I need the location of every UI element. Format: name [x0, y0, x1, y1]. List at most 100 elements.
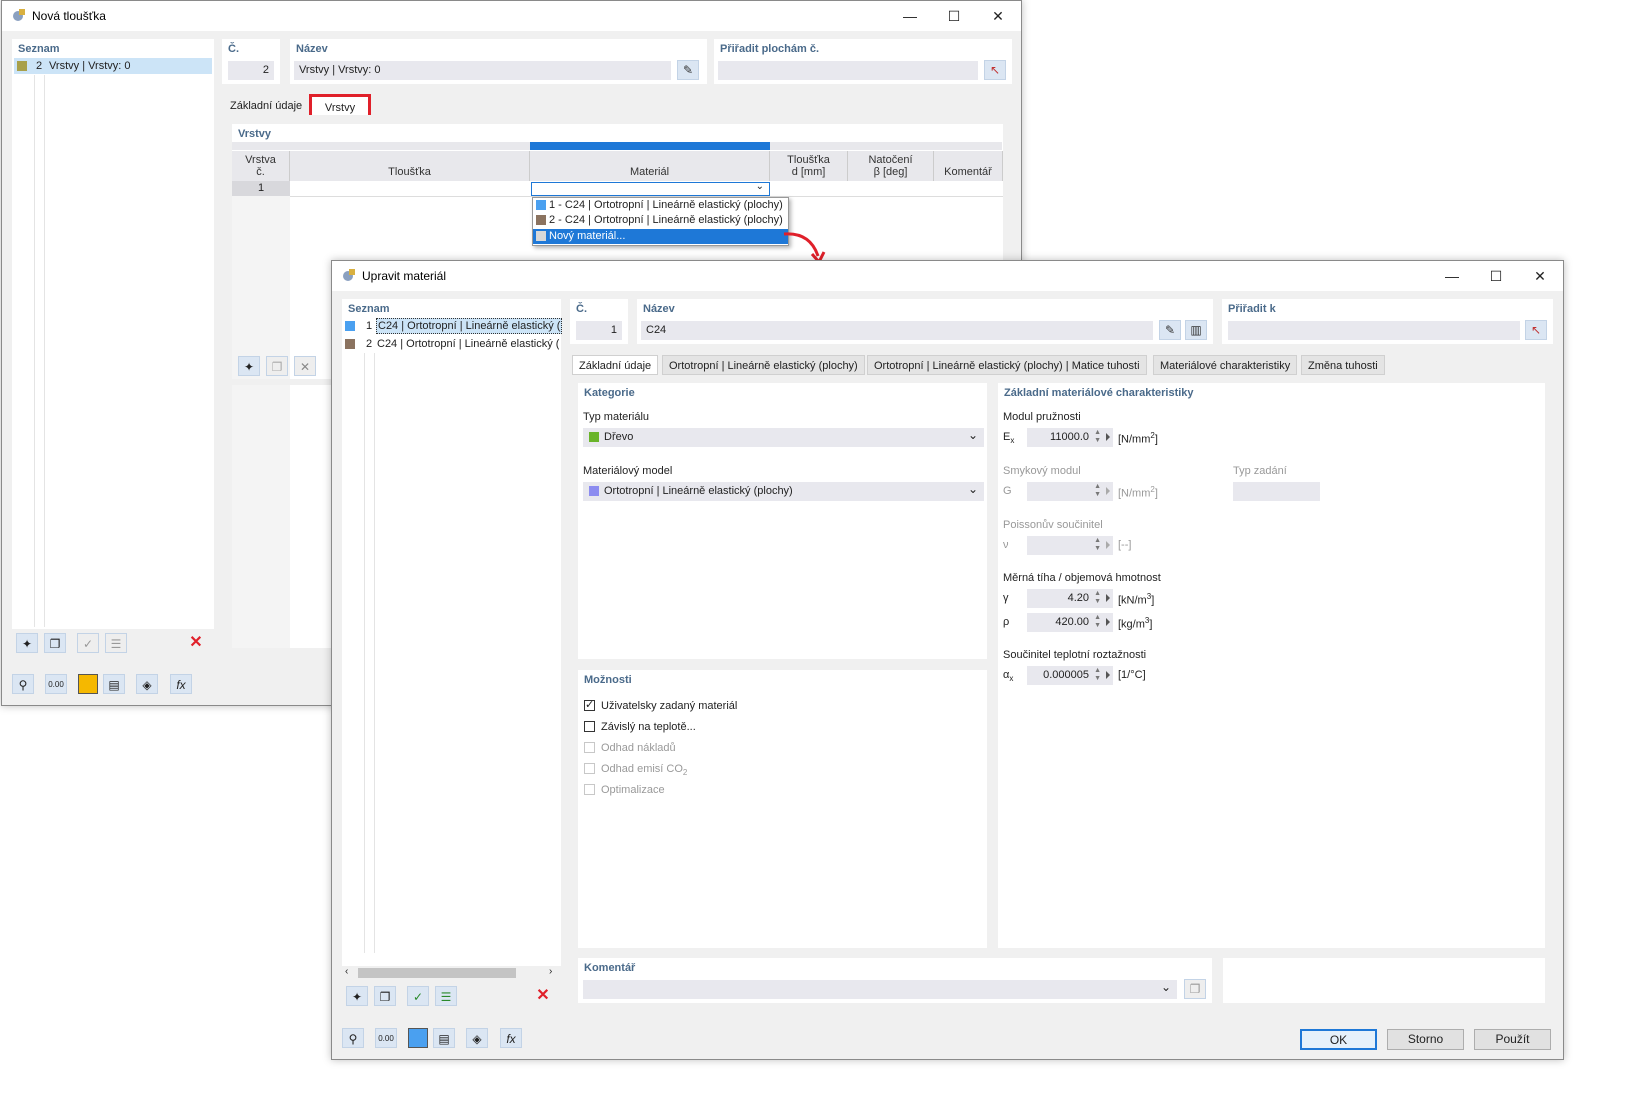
decimal-icon[interactable]: 0.00 [45, 674, 67, 694]
edit-name-icon[interactable]: ✎ [677, 60, 699, 80]
delete-row-icon[interactable]: ✕ [294, 356, 316, 376]
comment-copy-icon[interactable]: ❐ [1184, 979, 1206, 999]
material-cell-dropdown[interactable]: ⌄ [531, 181, 770, 196]
edit-name-icon[interactable]: ✎ [1159, 320, 1181, 340]
tab-content: Kategorie Typ materiálu Dřevo ⌄ Materiál… [570, 375, 1553, 1011]
list-item[interactable]: 1 C24 | Ortotropní | Lineárně elastický … [342, 318, 562, 334]
color-swatch [345, 339, 355, 349]
scroll-right-icon[interactable]: › [549, 966, 552, 977]
check-all-icon[interactable]: ✓ [77, 633, 99, 653]
number-panel: Č. 1 [570, 299, 628, 344]
name-field[interactable]: C24 [641, 321, 1153, 340]
alpha-input[interactable]: 0.000005 ▲ ▼ [1027, 666, 1113, 685]
col-layer-no: Vrstva č. [232, 151, 290, 181]
minimize-button[interactable]: — [888, 5, 932, 27]
pick-object-icon[interactable]: ↖ [1525, 320, 1547, 340]
name-header: Název [643, 303, 675, 315]
color-swatch [536, 231, 546, 241]
minimize-button[interactable]: — [1430, 265, 1474, 287]
tab-stiffness-matrix[interactable]: Ortotropní | Lineárně elastický (plochy)… [867, 355, 1147, 375]
help-icon[interactable]: ⚲ [342, 1028, 364, 1048]
delete-icon[interactable]: ✕ [532, 986, 554, 1006]
list-toolbar: ✦ ❐ ✓ ☰ ✕ [342, 983, 561, 1009]
scroll-thumb[interactable] [358, 968, 516, 978]
gamma-input[interactable]: 4.20 ▲ ▼ [1027, 589, 1113, 608]
library-icon[interactable]: ▥ [1185, 320, 1207, 340]
assign-field[interactable] [718, 61, 978, 80]
temperature-dependent-label: Závislý na teplotě... [601, 721, 696, 733]
pick-surface-icon[interactable]: ↖ [984, 60, 1006, 80]
name-field[interactable]: Vrstvy | Vrstvy: 0 [294, 61, 671, 80]
list-item[interactable]: 2 C24 | Ortotropní | Lineárně elastický … [342, 336, 561, 352]
g-input[interactable]: ▲ ▼ [1027, 482, 1113, 501]
function-icon[interactable]: fx [500, 1028, 522, 1048]
tab-orthotropic[interactable]: Ortotropní | Lineárně elastický (plochy) [662, 355, 865, 375]
window-title: Nová tloušťka [32, 9, 106, 23]
alpha-unit: [1/°C] [1118, 669, 1146, 681]
g-symbol: G [1003, 485, 1012, 497]
view-icon[interactable]: ◈ [466, 1028, 488, 1048]
row-number-cell: 1 [232, 181, 290, 196]
nu-input[interactable]: ▲ ▼ [1027, 536, 1113, 555]
dropdown-item-new-material[interactable]: Nový materiál... [533, 229, 788, 244]
number-field[interactable]: 1 [576, 321, 622, 340]
rho-input[interactable]: 420.00 ▲ ▼ [1027, 613, 1113, 632]
tab-stiffness-change[interactable]: Změna tuhosti [1301, 355, 1385, 375]
list-item[interactable]: 2 Vrstvy | Vrstvy: 0 [14, 58, 212, 74]
tab-basic[interactable]: Základní údaje [224, 96, 309, 116]
number-field[interactable]: 2 [228, 61, 274, 80]
user-defined-checkbox[interactable] [584, 698, 595, 711]
nu-symbol: ν [1003, 539, 1009, 551]
assign-field[interactable] [1228, 321, 1520, 340]
co2-estimate-label: Odhad emisí CO2 [601, 763, 688, 778]
co2-estimate-checkbox[interactable] [584, 763, 595, 774]
delete-icon[interactable]: ✕ [185, 633, 207, 653]
dropdown-item[interactable]: 1 - C24 | Ortotropní | Lineárně elastick… [533, 198, 788, 213]
material-model-select[interactable]: Ortotropní | Lineárně elastický (plochy)… [583, 482, 984, 501]
color-icon[interactable] [78, 674, 98, 694]
category-panel: Kategorie Typ materiálu Dřevo ⌄ Materiál… [578, 383, 987, 659]
list-item-label: Vrstvy | Vrstvy: 0 [49, 60, 131, 72]
optimization-checkbox[interactable] [584, 784, 595, 795]
temperature-dependent-checkbox[interactable] [584, 721, 595, 732]
uncheck-icon[interactable]: ☰ [435, 986, 457, 1006]
cancel-button[interactable]: Storno [1387, 1029, 1464, 1050]
insert-row-icon[interactable]: ✦ [238, 356, 260, 376]
copy-row-icon[interactable]: ❐ [266, 356, 288, 376]
scroll-left-icon[interactable]: ‹ [345, 966, 348, 977]
dropdown-item[interactable]: 2 - C24 | Ortotropní | Lineárně elastick… [533, 213, 788, 228]
ok-button[interactable]: OK [1300, 1029, 1377, 1050]
decimal-icon[interactable]: 0.00 [375, 1028, 397, 1048]
title-bar: Nová tloušťka — ☐ ✕ [2, 1, 1021, 31]
horizontal-scrollbar[interactable]: ‹ › [342, 966, 561, 980]
function-icon[interactable]: fx [170, 674, 192, 694]
maximize-button[interactable]: ☐ [932, 5, 976, 27]
list-item-number: 2 [366, 338, 373, 350]
cost-estimate-checkbox[interactable] [584, 742, 595, 753]
color-icon[interactable] [408, 1028, 428, 1048]
comment-select[interactable]: ⌄ [583, 980, 1177, 999]
ex-input[interactable]: 11000.0 ▲ ▼ [1027, 428, 1113, 447]
close-button[interactable]: ✕ [1518, 265, 1562, 287]
maximize-button[interactable]: ☐ [1474, 265, 1518, 287]
dropdown-item-label: Nový materiál... [549, 230, 626, 242]
help-icon[interactable]: ⚲ [12, 674, 34, 694]
check-all-icon[interactable]: ✓ [407, 986, 429, 1006]
material-type-select[interactable]: Dřevo ⌄ [583, 428, 984, 447]
tab-material-properties[interactable]: Materiálové charakteristiky [1153, 355, 1298, 375]
new-item-icon[interactable]: ✦ [346, 986, 368, 1006]
new-item-icon[interactable]: ✦ [16, 633, 38, 653]
copy-item-icon[interactable]: ❐ [374, 986, 396, 1006]
list-header: Seznam [18, 43, 60, 55]
color-swatch [536, 215, 546, 225]
close-button[interactable]: ✕ [976, 5, 1020, 27]
copy-item-icon[interactable]: ❐ [44, 633, 66, 653]
display-icon[interactable]: ▤ [103, 674, 125, 694]
color-swatch [17, 61, 27, 71]
uncheck-icon[interactable]: ☰ [105, 633, 127, 653]
tab-basic[interactable]: Základní údaje [572, 355, 659, 375]
input-type-field[interactable] [1233, 482, 1320, 501]
display-icon[interactable]: ▤ [433, 1028, 455, 1048]
apply-button[interactable]: Použít [1474, 1029, 1551, 1050]
view-icon[interactable]: ◈ [136, 674, 158, 694]
